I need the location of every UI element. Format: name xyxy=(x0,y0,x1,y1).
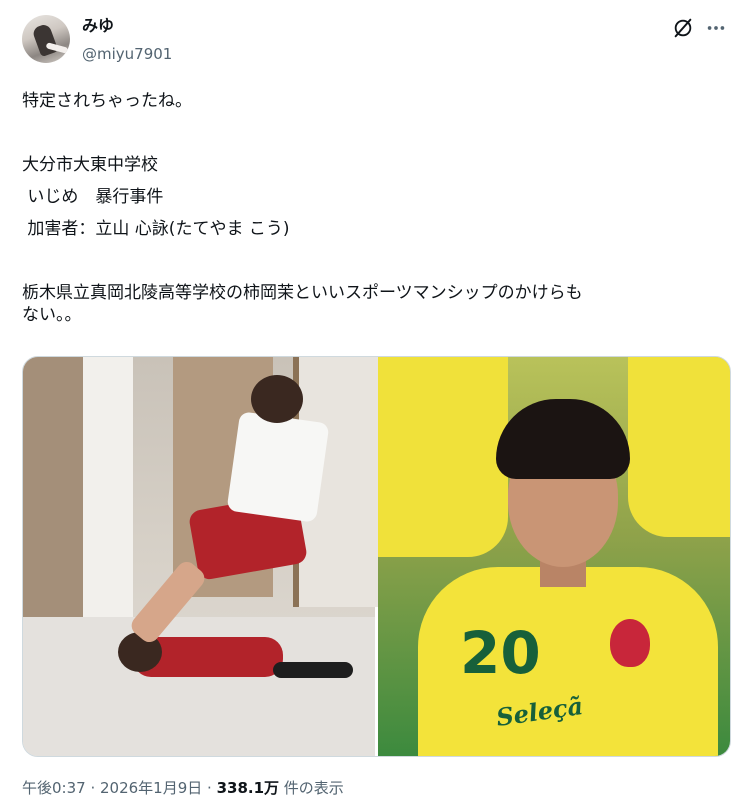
meta-separator: · xyxy=(202,779,217,797)
post-date[interactable]: 2026年1月9日 xyxy=(100,779,202,797)
post-line xyxy=(22,122,732,144)
post-line: いじめ 暴行事件 xyxy=(22,187,164,207)
post-meta: 午後0:37 · 2026年1月9日 · 338.1万 件の表示 xyxy=(22,778,344,798)
media-image-left[interactable] xyxy=(23,357,381,756)
media-grid: 20 Seleçã xyxy=(22,356,731,757)
post-line: 加害者：立山 心詠(たてやま こう) xyxy=(22,219,290,239)
post-text: 特定されちゃったね。 大分市大東中学校 いじめ 暴行事件 加害者：立山 心詠(た… xyxy=(22,90,732,336)
post-line: ない。。 xyxy=(22,305,82,325)
avatar[interactable] xyxy=(22,15,70,63)
player-right xyxy=(628,357,730,537)
player-left xyxy=(378,357,508,557)
person-standing-shirt xyxy=(226,411,330,523)
media-image-right[interactable]: 20 Seleçã xyxy=(378,357,730,756)
scene-door-white xyxy=(83,357,133,657)
more-icon[interactable] xyxy=(704,17,728,39)
meta-separator: · xyxy=(85,779,100,797)
grok-icon[interactable] xyxy=(672,17,694,39)
hair xyxy=(496,399,630,479)
post-line: 大分市大東中学校 xyxy=(22,155,158,175)
post-line: 特定されちゃったね。 xyxy=(22,91,192,111)
person-lying-leg xyxy=(273,662,353,678)
view-count-label: 件の表示 xyxy=(279,779,344,797)
scene-door-left xyxy=(23,357,83,617)
display-name[interactable]: みゆ xyxy=(82,16,114,36)
post-time[interactable]: 午後0:37 xyxy=(22,779,86,797)
avatar-figure xyxy=(31,22,59,58)
jersey-number: 20 xyxy=(460,619,541,687)
post-line: 栃木県立真岡北陵高等学校の柿岡茉といいスポーツマンシップのかけらも xyxy=(22,283,583,303)
person-standing-head xyxy=(251,375,303,423)
post-line xyxy=(22,250,732,272)
user-handle[interactable]: @miyu7901 xyxy=(82,44,172,64)
jersey-badge xyxy=(610,619,650,667)
view-count: 338.1万 xyxy=(216,779,280,797)
